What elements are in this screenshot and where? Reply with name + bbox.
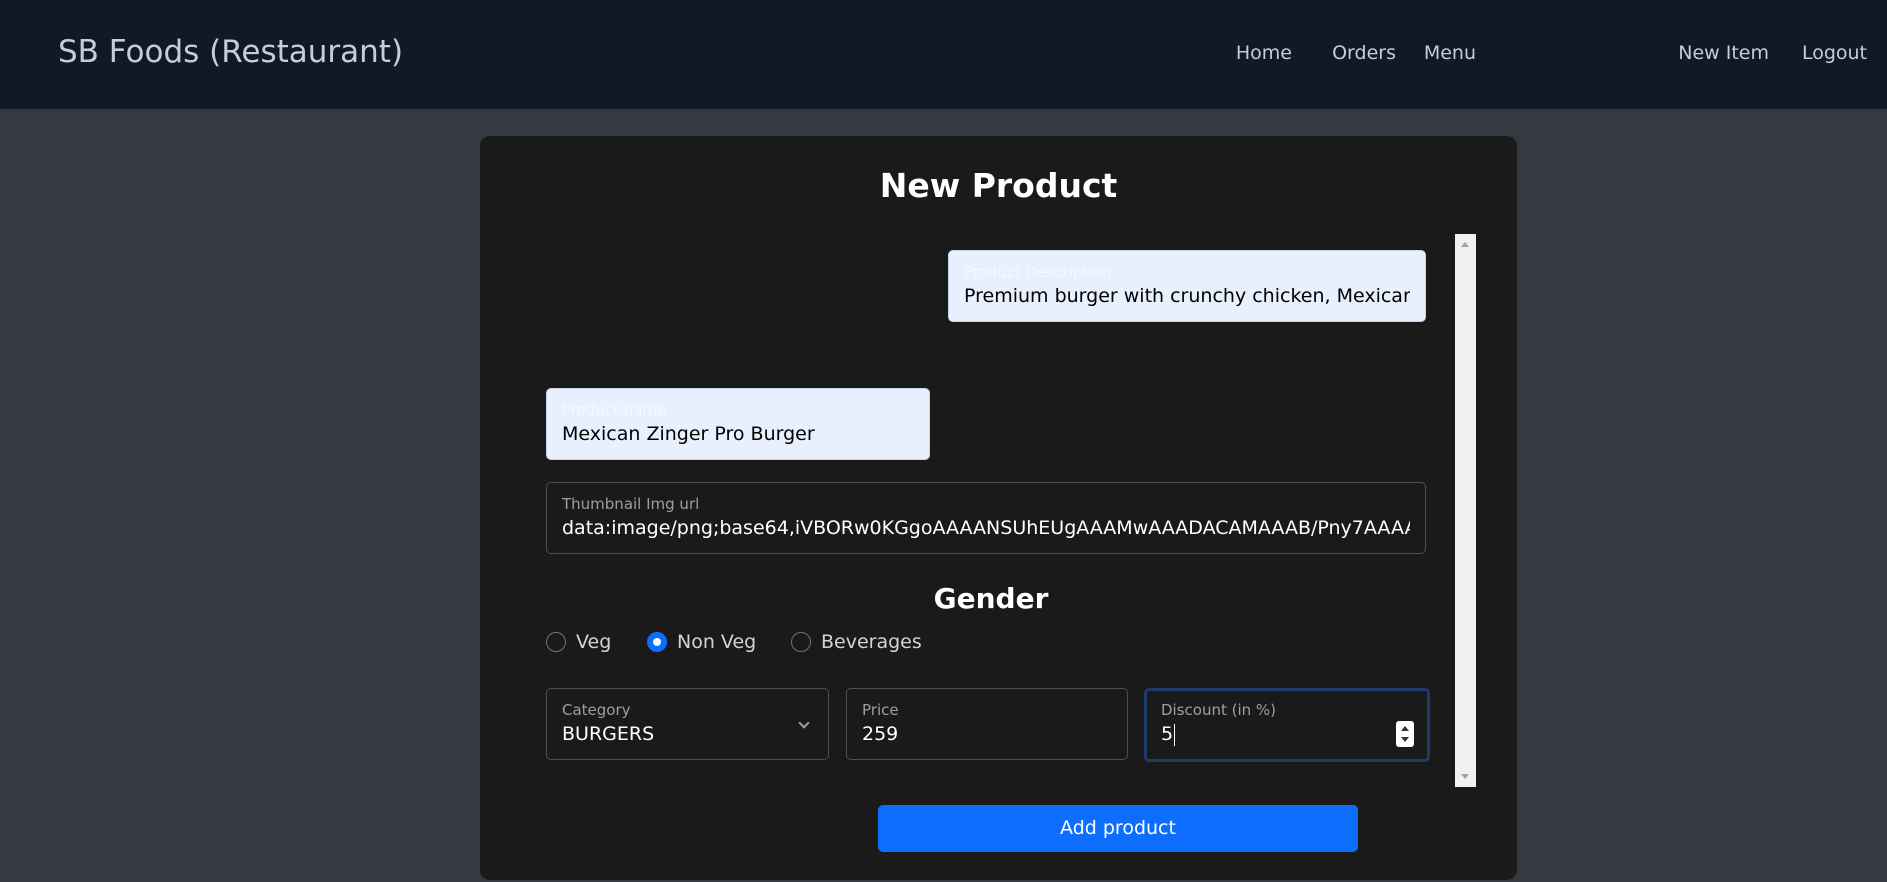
radio-non-veg-circle[interactable] [647, 632, 667, 652]
new-product-card: New Product Product name Mexican Zinger … [480, 136, 1517, 880]
nav-link-orders[interactable]: Orders [1332, 42, 1396, 64]
radio-veg-label: Veg [576, 631, 612, 653]
thumbnail-url-input[interactable]: data:image/png;base64,iVBORw0KGgoAAAANSU… [562, 517, 1410, 539]
scroll-down-icon[interactable] [1461, 774, 1469, 779]
radio-non-veg-label: Non Veg [677, 631, 757, 653]
thumbnail-url-label: Thumbnail Img url [562, 495, 700, 513]
product-name-label: Product name [562, 401, 667, 419]
discount-input-wrap[interactable]: 5 [1161, 723, 1412, 746]
product-name-field[interactable]: Product name Mexican Zinger Pro Burger [546, 388, 930, 460]
nav-link-menu[interactable]: Menu [1424, 42, 1476, 64]
spinner-down-icon[interactable] [1401, 737, 1409, 742]
discount-label: Discount (in %) [1161, 701, 1277, 719]
radio-veg[interactable]: Veg [546, 631, 611, 653]
discount-input[interactable]: 5 [1161, 723, 1173, 745]
text-caret [1174, 723, 1176, 746]
radio-non-veg[interactable]: Non Veg [647, 631, 756, 653]
product-name-input[interactable]: Mexican Zinger Pro Burger [562, 423, 914, 445]
category-label: Category [562, 701, 631, 719]
add-product-button[interactable]: Add product [878, 805, 1358, 852]
radio-veg-circle[interactable] [546, 632, 566, 652]
page-title: New Product [879, 166, 1118, 205]
form-scroll-area: Product name Mexican Zinger Pro Burger P… [546, 234, 1476, 787]
nav-link-home[interactable]: Home [1236, 42, 1292, 64]
thumbnail-url-field[interactable]: Thumbnail Img url data:image/png;base64,… [546, 482, 1426, 554]
price-label: Price [862, 701, 899, 719]
scroll-up-icon[interactable] [1461, 242, 1469, 247]
nav-link-logout[interactable]: Logout [1802, 42, 1867, 64]
product-description-label: Product Description [964, 263, 1112, 281]
nav-link-new-item[interactable]: New Item [1678, 42, 1769, 64]
category-select[interactable]: Category BURGERS [546, 688, 829, 760]
price-input[interactable]: 259 [862, 723, 1112, 745]
radio-beverages-label: Beverages [821, 631, 922, 653]
product-description-field[interactable]: Product Description Premium burger with … [948, 250, 1426, 322]
product-description-input[interactable]: Premium burger with crunchy chicken, Mex… [964, 285, 1410, 307]
vertical-scrollbar[interactable] [1455, 234, 1476, 787]
brand-title[interactable]: SB Foods (Restaurant) [58, 34, 403, 70]
radio-beverages[interactable]: Beverages [791, 631, 922, 653]
radio-beverages-circle[interactable] [791, 632, 811, 652]
discount-field[interactable]: Discount (in %) 5 [1144, 688, 1430, 762]
navbar: SB Foods (Restaurant) Home Orders Menu N… [0, 0, 1887, 109]
category-value[interactable]: BURGERS [562, 723, 813, 745]
gender-heading: Gender [933, 582, 1049, 615]
number-spinner[interactable] [1396, 721, 1414, 747]
price-field[interactable]: Price 259 [846, 688, 1128, 760]
spinner-up-icon[interactable] [1401, 726, 1409, 731]
